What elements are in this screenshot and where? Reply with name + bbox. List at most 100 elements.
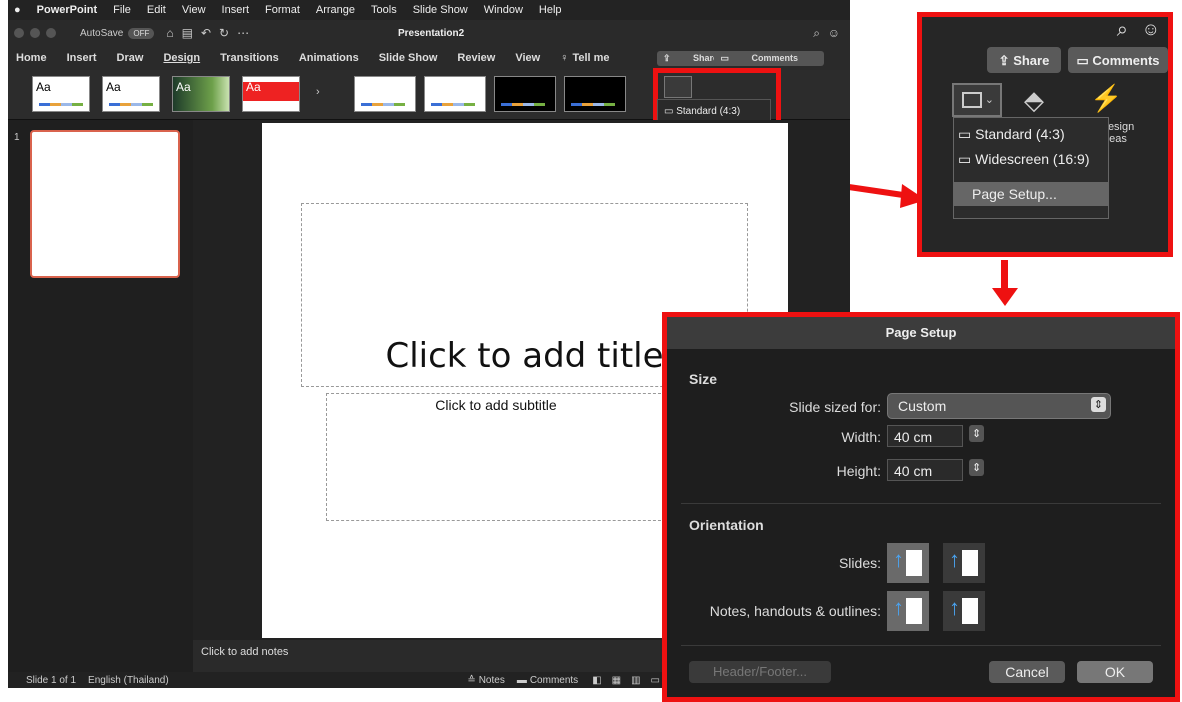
height-label: Height: <box>836 463 881 479</box>
comments-toggle[interactable]: Comments <box>530 675 578 686</box>
rectangle-icon: ▭ <box>664 106 677 117</box>
dialog-title: Page Setup <box>667 317 1175 349</box>
design-ideas-label: Design Ideas <box>1100 121 1135 145</box>
subtitle-placeholder[interactable]: Click to add subtitle <box>326 393 666 521</box>
slide-thumbnail[interactable] <box>30 130 180 278</box>
menu-help[interactable]: Help <box>539 4 562 16</box>
theme-thumbnail[interactable]: Aa <box>32 76 90 112</box>
menu-file[interactable]: File <box>113 4 131 16</box>
autosave-toggle[interactable]: OFF <box>128 27 155 39</box>
menu-item-standard[interactable]: ▭ Standard (4:3) <box>658 100 770 119</box>
tab-review[interactable]: Review <box>457 52 495 64</box>
menu-item-standard[interactable]: ▭ Standard (4:3) <box>954 118 1108 147</box>
undo-icon[interactable]: ↶ <box>201 26 211 40</box>
redo-icon[interactable]: ↻ <box>219 26 229 40</box>
share-icon: ⇪ <box>998 53 1014 68</box>
menu-edit[interactable]: Edit <box>147 4 166 16</box>
width-input[interactable]: 40 cm <box>887 425 963 447</box>
notes-portrait-button[interactable]: ↑ <box>887 591 929 631</box>
variant-color-bar <box>431 103 475 106</box>
design-ideas-icon[interactable]: ⚡ <box>1090 83 1122 114</box>
tab-insert[interactable]: Insert <box>67 52 97 64</box>
variant-thumbnail[interactable] <box>494 76 556 112</box>
arrow-up-icon: ↑ <box>949 547 960 572</box>
reading-view-icon[interactable]: ▥ <box>631 675 640 686</box>
comments-button[interactable]: ▭ Comments <box>1068 47 1168 73</box>
tab-tell-me[interactable]: Tell me <box>572 52 609 64</box>
close-window-button[interactable] <box>14 28 24 38</box>
normal-view-icon[interactable]: ◧ <box>592 675 601 686</box>
height-input[interactable]: 40 cm <box>887 459 963 481</box>
rectangle-icon <box>962 92 982 108</box>
format-background-icon[interactable]: ⬘ <box>1024 85 1044 116</box>
zoom-window-button[interactable] <box>46 28 56 38</box>
app-name[interactable]: PowerPoint <box>37 4 98 16</box>
menu-arrange[interactable]: Arrange <box>316 4 355 16</box>
slideshow-view-icon[interactable]: ▭ <box>651 675 660 686</box>
notes-landscape-button[interactable]: ↑ <box>943 591 985 631</box>
ok-button[interactable]: OK <box>1077 661 1153 683</box>
tab-draw[interactable]: Draw <box>117 52 144 64</box>
chevron-right-icon[interactable]: › <box>316 86 320 98</box>
save-icon[interactable]: ▤ <box>182 26 193 40</box>
variant-thumbnail[interactable] <box>354 76 416 112</box>
minimize-window-button[interactable] <box>30 28 40 38</box>
menu-window[interactable]: Window <box>484 4 523 16</box>
arrow-down-icon <box>992 260 1018 306</box>
apple-icon[interactable]: ● <box>14 4 21 16</box>
smiley-icon[interactable]: ☺ <box>828 26 840 40</box>
tab-design[interactable]: Design <box>163 52 200 64</box>
menu-format[interactable]: Format <box>265 4 300 16</box>
page-icon <box>962 550 978 576</box>
menu-item-page-setup[interactable]: Page Setup... <box>954 182 1108 206</box>
slide-size-value: Custom <box>898 398 947 414</box>
search-icon[interactable]: ⌕ <box>813 26 820 41</box>
slide-size-button[interactable]: ⌄ <box>952 83 1002 117</box>
notes-handouts-label: Notes, handouts & outlines: <box>709 603 881 619</box>
menu-tools[interactable]: Tools <box>371 4 397 16</box>
search-icon[interactable]: ⌕ <box>1117 19 1128 42</box>
tab-animations[interactable]: Animations <box>299 52 359 64</box>
smiley-icon[interactable]: ☺ <box>1142 19 1160 40</box>
notes-placeholder: Click to add notes <box>201 646 289 658</box>
subtitle-placeholder-text: Click to add subtitle <box>435 397 557 413</box>
menu-insert[interactable]: Insert <box>222 4 250 16</box>
tab-slideshow[interactable]: Slide Show <box>379 52 438 64</box>
size-heading: Size <box>689 371 718 387</box>
width-stepper[interactable]: ⇕ <box>969 425 985 442</box>
theme-thumbnail[interactable]: Aa <box>102 76 160 112</box>
tab-view[interactable]: View <box>515 52 540 64</box>
comments-label: Comments <box>1092 53 1160 68</box>
theme-label: Aa <box>246 80 261 94</box>
notes-icon: ≙ <box>467 674 476 686</box>
notes-toggle[interactable]: Notes <box>479 675 505 686</box>
widescreen-label: Widescreen (16:9) <box>975 151 1090 167</box>
share-button[interactable]: ⇪ Share <box>987 47 1061 73</box>
menu-view[interactable]: View <box>182 4 206 16</box>
slides-portrait-button[interactable]: ↑ <box>887 543 929 583</box>
slides-landscape-button[interactable]: ↑ <box>943 543 985 583</box>
variant-thumbnail[interactable] <box>564 76 626 112</box>
theme-label: Aa <box>36 80 51 94</box>
variant-color-bar <box>501 103 545 106</box>
slide-size-select[interactable]: Custom ⇕ <box>887 393 1111 419</box>
theme-label: Aa <box>176 80 191 94</box>
language[interactable]: English (Thailand) <box>88 675 169 686</box>
cancel-button[interactable]: Cancel <box>989 661 1065 683</box>
slide-count: Slide 1 of 1 <box>26 674 77 686</box>
slide-size-menu: ▭ Standard (4:3) ▭ Widescreen (16:9) Pag… <box>953 117 1109 219</box>
home-icon[interactable]: ⌂ <box>166 26 173 40</box>
header-footer-button[interactable]: Header/Footer... <box>689 661 831 683</box>
sorter-view-icon[interactable]: ▦ <box>612 675 621 686</box>
more-icon[interactable]: ⋯ <box>237 26 249 40</box>
comments-button[interactable]: ▭ Comments <box>714 50 824 66</box>
menu-item-widescreen[interactable]: ▭ Widescreen (16:9) <box>954 147 1108 172</box>
variant-thumbnail[interactable] <box>424 76 486 112</box>
theme-thumbnail[interactable]: Aa <box>172 76 230 112</box>
height-stepper[interactable]: ⇕ <box>969 459 985 476</box>
menu-slideshow[interactable]: Slide Show <box>413 4 468 16</box>
tab-home[interactable]: Home <box>16 52 47 64</box>
theme-color-bar <box>109 103 153 106</box>
tab-transitions[interactable]: Transitions <box>220 52 279 64</box>
theme-thumbnail[interactable]: Aa <box>242 76 300 112</box>
